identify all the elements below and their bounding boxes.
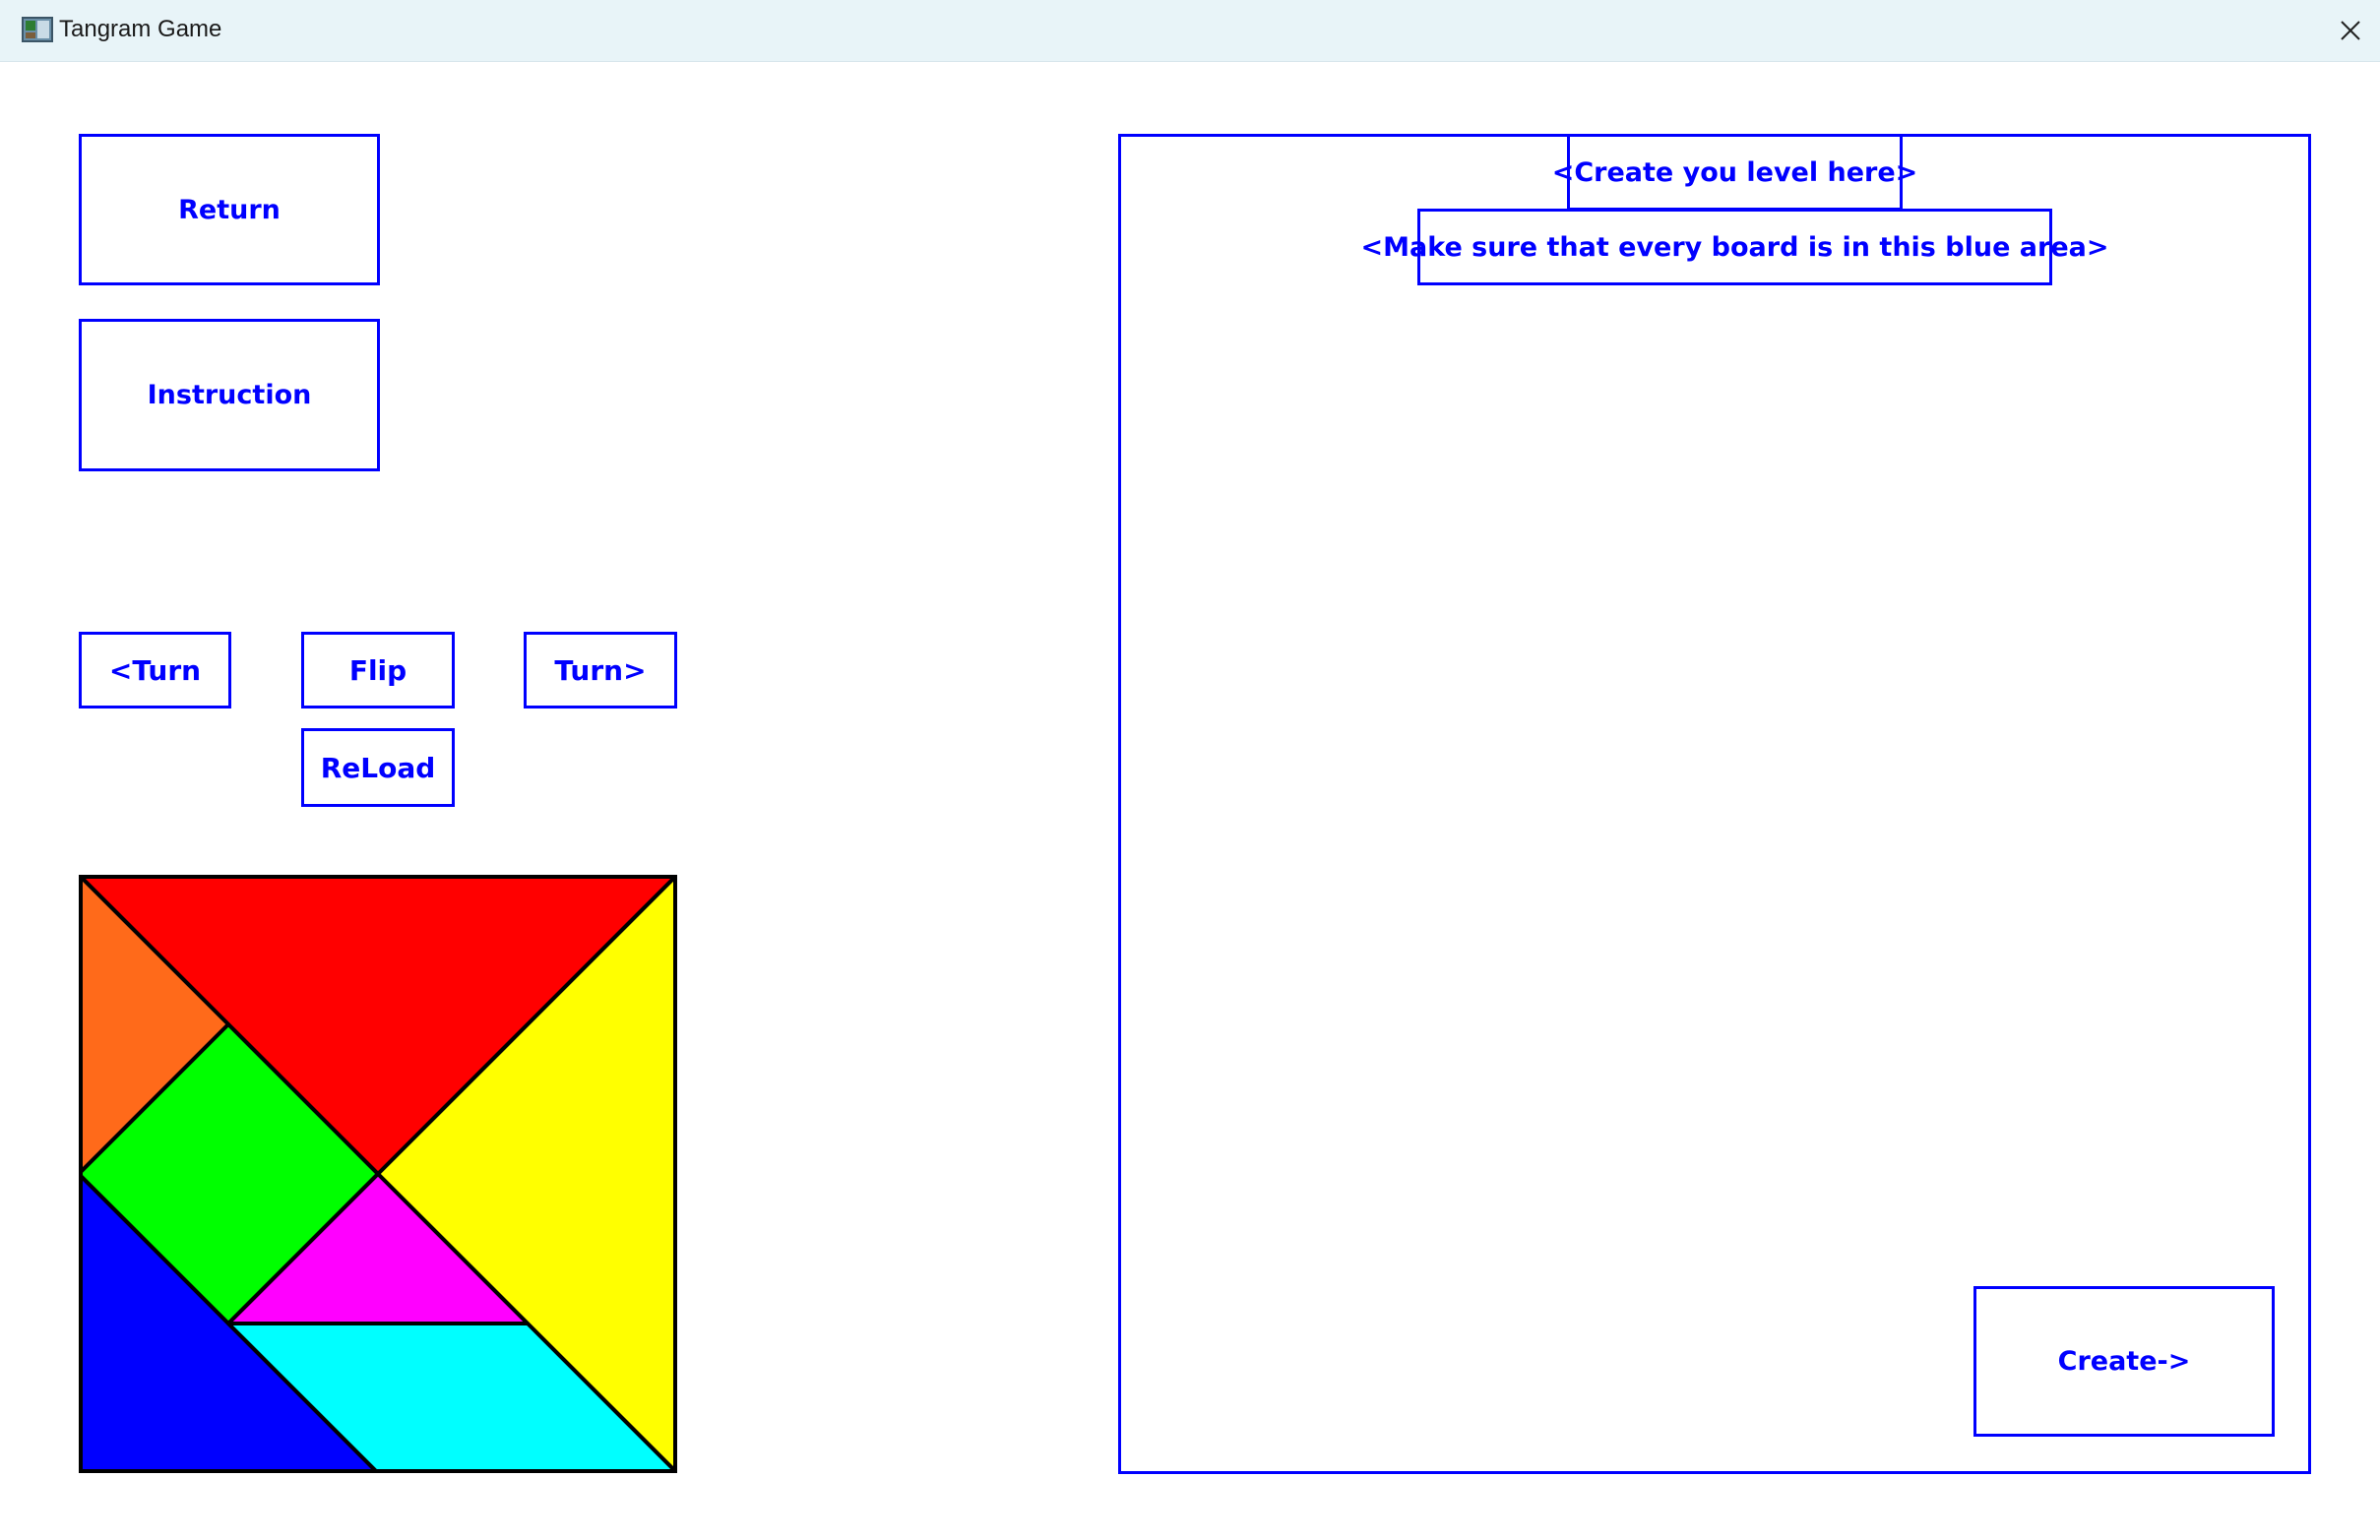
turn-left-button[interactable]: <Turn — [79, 632, 231, 708]
window-titlebar: Tangram Game — [0, 0, 2380, 62]
return-button-label: Return — [178, 194, 281, 225]
editor-hint-label: <Make sure that every board is in this b… — [1361, 209, 2108, 285]
turn-left-button-label: <Turn — [108, 653, 202, 687]
editor-header-label: <Create you level here> — [1552, 134, 1917, 211]
turn-right-button[interactable]: Turn> — [524, 632, 677, 708]
reload-button[interactable]: ReLoad — [301, 728, 455, 807]
flip-button-label: Flip — [348, 653, 407, 687]
level-editor-area[interactable] — [1118, 134, 2311, 1474]
create-button[interactable]: Create-> — [1973, 1286, 2275, 1437]
instruction-button-label: Instruction — [147, 380, 312, 410]
return-button[interactable]: Return — [79, 134, 380, 285]
editor-header-text: <Create you level here> — [1551, 156, 1918, 188]
window-title: Tangram Game — [59, 16, 222, 42]
editor-hint-text: <Make sure that every board is in this b… — [1360, 231, 2109, 263]
app-image-icon — [22, 17, 53, 42]
instruction-button[interactable]: Instruction — [79, 319, 380, 471]
flip-button[interactable]: Flip — [301, 632, 455, 708]
reload-button-label: ReLoad — [320, 751, 436, 784]
create-button-label: Create-> — [2057, 1346, 2191, 1377]
close-button[interactable] — [2321, 0, 2380, 61]
close-x-icon — [2341, 21, 2360, 40]
tangram-board — [79, 875, 677, 1473]
turn-right-button-label: Turn> — [554, 653, 647, 687]
